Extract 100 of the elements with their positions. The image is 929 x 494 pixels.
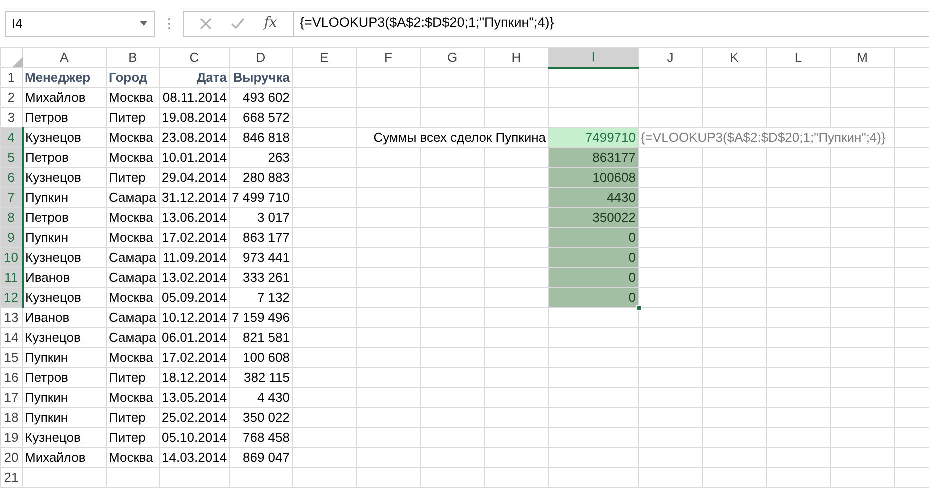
table-cell: Иванов xyxy=(22,308,106,328)
caret-icon[interactable] xyxy=(140,21,148,26)
column-header[interactable]: J xyxy=(638,48,702,68)
table-cell: 25.02.2014 xyxy=(160,408,230,428)
result-cell[interactable]: 7499710 xyxy=(548,128,638,148)
table-cell: 17.02.2014 xyxy=(160,348,230,368)
result-cell[interactable]: 863177 xyxy=(548,148,638,168)
table-cell: Москва xyxy=(106,148,160,168)
row-header[interactable]: 5 xyxy=(0,148,22,168)
row-header[interactable]: 10 xyxy=(0,248,22,268)
result-cell[interactable]: 0 xyxy=(548,268,638,288)
table-cell: 846 818 xyxy=(230,128,292,148)
table-cell: 08.11.2014 xyxy=(160,88,230,108)
table-cell: Пупкин xyxy=(22,408,106,428)
table-cell: Самара xyxy=(106,188,160,208)
table-cell: 3 017 xyxy=(230,208,292,228)
row-header[interactable]: 15 xyxy=(0,348,22,368)
enter-icon[interactable] xyxy=(230,18,245,30)
table-cell: 7 132 xyxy=(230,288,292,308)
column-header[interactable]: G xyxy=(420,48,484,68)
result-cell[interactable]: 100608 xyxy=(548,168,638,188)
table-cell: 05.09.2014 xyxy=(160,288,230,308)
row-header[interactable]: 17 xyxy=(0,388,22,408)
row-header[interactable]: 3 xyxy=(0,108,22,128)
result-cell[interactable]: 0 xyxy=(548,248,638,268)
table-cell: 7 159 496 xyxy=(230,308,292,328)
row-header[interactable]: 4 xyxy=(0,128,22,148)
formula-field[interactable]: {=VLOOKUP3($A$2:$D$20;1;"Пупкин";4)} xyxy=(293,10,929,36)
table-cell: 4 430 xyxy=(230,388,292,408)
column-header[interactable]: K xyxy=(702,48,766,68)
column-header[interactable]: L xyxy=(766,48,830,68)
row-header[interactable]: 1 xyxy=(0,68,22,88)
row-header[interactable]: 12 xyxy=(0,288,22,308)
table-cell: Питер xyxy=(106,108,160,128)
row-header[interactable]: 11 xyxy=(0,268,22,288)
table-cell: 821 581 xyxy=(230,328,292,348)
column-header[interactable]: D xyxy=(230,48,292,68)
table-cell: Иванов xyxy=(22,268,106,288)
table-cell: 13.06.2014 xyxy=(160,208,230,228)
table-cell: 100 608 xyxy=(230,348,292,368)
column-header[interactable]: B xyxy=(106,48,160,68)
table-cell: Питер xyxy=(106,168,160,188)
row-header[interactable]: 8 xyxy=(0,208,22,228)
table-cell: 05.10.2014 xyxy=(160,428,230,448)
insert-function-button[interactable]: fx xyxy=(264,13,278,34)
table-cell: 06.01.2014 xyxy=(160,328,230,348)
column-header[interactable]: I xyxy=(548,48,638,68)
table-cell: 668 572 xyxy=(230,108,292,128)
table-cell: 19.08.2014 xyxy=(160,108,230,128)
table-cell: Кузнецов xyxy=(22,128,106,148)
table-cell: 768 458 xyxy=(230,428,292,448)
table-cell: Пупкин xyxy=(22,188,106,208)
row-header[interactable]: 16 xyxy=(0,368,22,388)
row-header[interactable]: 20 xyxy=(0,448,22,468)
summary-label: Суммы всех сделок Пупкина xyxy=(356,128,548,148)
table-cell: 13.02.2014 xyxy=(160,268,230,288)
table-cell: Кузнецов xyxy=(22,428,106,448)
table-cell: 29.04.2014 xyxy=(160,168,230,188)
table-cell: Пупкин xyxy=(22,228,106,248)
column-header[interactable]: A xyxy=(22,48,106,68)
table-cell: 280 883 xyxy=(230,168,292,188)
row-header[interactable]: 18 xyxy=(0,408,22,428)
table-cell: Питер xyxy=(106,408,160,428)
cancel-icon[interactable] xyxy=(200,18,212,30)
result-cell[interactable]: 4430 xyxy=(548,188,638,208)
table-cell: Петров xyxy=(22,148,106,168)
result-cell[interactable]: 0 xyxy=(548,228,638,248)
column-header[interactable]: H xyxy=(484,48,548,68)
name-box[interactable]: I4 xyxy=(5,10,155,36)
table-cell: Питер xyxy=(106,368,160,388)
row-header[interactable]: 9 xyxy=(0,228,22,248)
table-cell: 869 047 xyxy=(230,448,292,468)
row-header[interactable]: 14 xyxy=(0,328,22,348)
row-header[interactable]: 21 xyxy=(0,468,22,488)
table-cell: Михайлов xyxy=(22,448,106,468)
row-header[interactable]: 2 xyxy=(0,88,22,108)
table-cell: Москва xyxy=(106,208,160,228)
table-cell: Москва xyxy=(106,228,160,248)
column-header[interactable]: E xyxy=(292,48,356,68)
table-cell: 7 499 710 xyxy=(230,188,292,208)
column-title: Город xyxy=(106,68,160,88)
result-cell[interactable]: 350022 xyxy=(548,208,638,228)
table-cell: Самара xyxy=(106,308,160,328)
row-header[interactable]: 19 xyxy=(0,428,22,448)
table-cell: 863 177 xyxy=(230,228,292,248)
row-header[interactable]: 7 xyxy=(0,188,22,208)
table-cell: 333 261 xyxy=(230,268,292,288)
table-cell: 31.12.2014 xyxy=(160,188,230,208)
column-header[interactable]: F xyxy=(356,48,420,68)
row-header[interactable]: 13 xyxy=(0,308,22,328)
column-header[interactable]: M xyxy=(830,48,894,68)
fill-handle[interactable] xyxy=(636,305,642,311)
row-header[interactable]: 6 xyxy=(0,168,22,188)
table-cell: 18.12.2014 xyxy=(160,368,230,388)
column-header[interactable]: C xyxy=(160,48,230,68)
table-cell: Москва xyxy=(106,288,160,308)
column-title: Менеджер xyxy=(22,68,106,88)
table-cell: Москва xyxy=(106,348,160,368)
table-cell: 11.09.2014 xyxy=(160,248,230,268)
table-cell: Москва xyxy=(106,388,160,408)
